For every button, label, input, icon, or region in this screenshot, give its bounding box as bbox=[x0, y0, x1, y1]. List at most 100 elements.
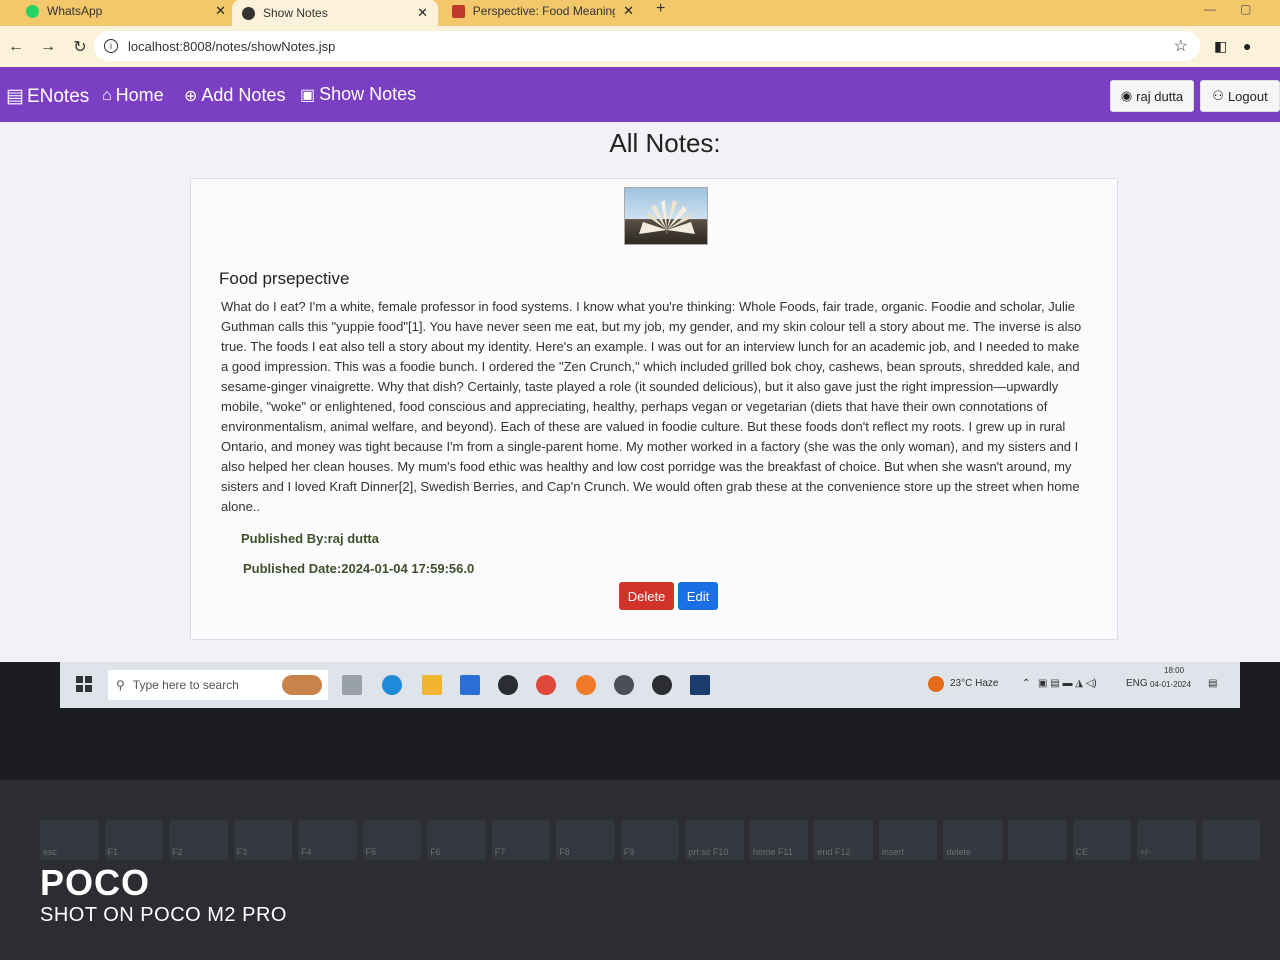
tab-label: Perspective: Food Meanings – F bbox=[472, 4, 615, 18]
key: F5 bbox=[362, 820, 422, 860]
globe-icon bbox=[242, 6, 255, 20]
profile-icon[interactable]: ● bbox=[1243, 38, 1251, 54]
windows-start-icon[interactable] bbox=[76, 676, 92, 692]
key: esc bbox=[40, 820, 99, 860]
browser-tabbar: WhatsApp ✕ Show Notes ✕ Perspective: Foo… bbox=[0, 0, 1280, 26]
site-info-icon[interactable]: i bbox=[104, 39, 118, 53]
function-key-row: esc F1 F2 F3 F4 F5 F6 F7 F8 F9 prt sc F1… bbox=[40, 820, 1261, 860]
brand-label: ENotes bbox=[26, 85, 90, 107]
key: F7 bbox=[491, 820, 551, 860]
published-by: Published By:raj dutta bbox=[241, 531, 379, 546]
user-logout-icon: ⚇ bbox=[1212, 88, 1224, 103]
weather-text: 23°C Haze bbox=[950, 678, 999, 689]
back-icon[interactable]: ← bbox=[0, 38, 32, 56]
bookmark-star-icon[interactable]: ☆ bbox=[1174, 36, 1188, 56]
nav-show-notes[interactable]: ▣ Show Notes bbox=[300, 84, 416, 105]
firefox-icon[interactable] bbox=[576, 675, 596, 695]
key: delete bbox=[943, 820, 1002, 860]
tab-whatsapp[interactable]: WhatsApp ✕ bbox=[16, 0, 236, 22]
url-bar[interactable]: i localhost:8008/notes/showNotes.jsp ☆ bbox=[94, 31, 1200, 61]
chrome-profile-icon[interactable] bbox=[614, 675, 634, 695]
netbeans-icon[interactable] bbox=[690, 675, 710, 695]
app-navbar: ▤ ENotes ⌂ Home ⊕ Add Notes ▣ Show Notes… bbox=[0, 67, 1280, 122]
maximize-icon[interactable]: ▢ bbox=[1240, 2, 1251, 16]
close-icon[interactable]: ✕ bbox=[417, 5, 428, 21]
note-content: What do I eat? I'm a white, female profe… bbox=[221, 299, 1082, 514]
pdf-icon bbox=[452, 4, 465, 18]
language-indicator[interactable]: ENG bbox=[1126, 678, 1148, 689]
camera-watermark-brand: POCO bbox=[40, 862, 151, 903]
new-tab-icon[interactable]: + bbox=[656, 0, 665, 18]
forward-icon[interactable]: → bbox=[32, 38, 64, 56]
app-icon[interactable] bbox=[652, 675, 672, 695]
key: F1 bbox=[104, 820, 164, 860]
search-highlight-icon[interactable] bbox=[282, 675, 322, 695]
close-icon[interactable]: ✕ bbox=[623, 3, 634, 19]
user-button-label: raj dutta bbox=[1136, 88, 1184, 104]
key: F4 bbox=[298, 820, 357, 860]
user-icon: ◉ bbox=[1120, 88, 1133, 103]
file-explorer-icon[interactable] bbox=[422, 675, 442, 695]
note-book-image bbox=[624, 187, 708, 245]
nav-add-notes[interactable]: ⊕ Add Notes bbox=[184, 85, 285, 106]
tab-label: Show Notes bbox=[263, 6, 328, 20]
plus-circle-icon: ⊕ bbox=[184, 87, 198, 105]
nav-home[interactable]: ⌂ Home bbox=[102, 85, 164, 106]
mail-icon[interactable] bbox=[460, 675, 480, 695]
key bbox=[1007, 820, 1067, 860]
delete-button[interactable]: Delete bbox=[619, 582, 674, 610]
key: F3 bbox=[233, 820, 293, 860]
nav-show-notes-label: Show Notes bbox=[319, 84, 417, 104]
edit-button[interactable]: Edit bbox=[678, 582, 718, 610]
note-icon: ▣ bbox=[300, 86, 316, 104]
page-title: All Notes: bbox=[609, 128, 721, 158]
camera-watermark-subtitle: SHOT ON POCO M2 PRO bbox=[40, 904, 287, 926]
whatsapp-icon bbox=[26, 4, 39, 18]
page-body: All Notes: Food prsepective What do I ea… bbox=[0, 122, 1280, 662]
nav-add-notes-label: Add Notes bbox=[201, 85, 286, 105]
key: F6 bbox=[427, 820, 486, 860]
key bbox=[1201, 820, 1261, 860]
home-icon: ⌂ bbox=[102, 86, 112, 104]
brand-link[interactable]: ▤ ENotes bbox=[6, 85, 89, 108]
windows-taskbar: ⚲ Type here to search 23°C Haze ⌃ ▣ ▤ ▬ … bbox=[60, 662, 1240, 708]
notebook-icon: ▤ bbox=[6, 86, 24, 107]
clock-date[interactable]: 04-01-2024 bbox=[1150, 680, 1191, 689]
note-title: Food prsepective bbox=[219, 269, 350, 288]
weather-icon bbox=[928, 676, 944, 692]
tray-icons[interactable]: ▣ ▤ ▬ ◮ ◁) bbox=[1038, 678, 1097, 689]
address-toolbar: ← → ↻ i localhost:8008/notes/showNotes.j… bbox=[0, 26, 1280, 67]
clock-time[interactable]: 18:00 bbox=[1164, 666, 1184, 675]
close-icon[interactable]: ✕ bbox=[215, 3, 226, 19]
open-book-illustration bbox=[639, 200, 695, 234]
edge-icon[interactable] bbox=[382, 675, 402, 695]
key: end F12 bbox=[814, 820, 873, 860]
reload-icon[interactable]: ↻ bbox=[64, 37, 96, 57]
tab-show-notes[interactable]: Show Notes ✕ bbox=[232, 0, 438, 26]
notification-icon[interactable]: ▤ bbox=[1208, 678, 1217, 689]
side-panel-icon[interactable]: ◧ bbox=[1214, 38, 1227, 55]
laptop-keyboard bbox=[0, 780, 1280, 960]
nav-home-label: Home bbox=[115, 85, 164, 105]
tab-perspective[interactable]: Perspective: Food Meanings – F ✕ bbox=[442, 0, 644, 22]
key: F8 bbox=[556, 820, 615, 860]
url-text: localhost:8008/notes/showNotes.jsp bbox=[128, 38, 336, 54]
minimize-icon[interactable]: — bbox=[1204, 2, 1216, 16]
tab-label: WhatsApp bbox=[47, 4, 103, 18]
key: +/- bbox=[1137, 820, 1196, 860]
key: CE bbox=[1072, 820, 1132, 860]
key: prt sc F10 bbox=[685, 820, 744, 860]
published-date: Published Date:2024-01-04 17:59:56.0 bbox=[243, 561, 475, 576]
search-placeholder: Type here to search bbox=[132, 678, 239, 692]
tray-chevron-icon[interactable]: ⌃ bbox=[1022, 678, 1030, 689]
search-icon: ⚲ bbox=[116, 678, 125, 692]
user-button[interactable]: ◉ raj dutta bbox=[1110, 80, 1194, 112]
chrome-icon[interactable] bbox=[536, 675, 556, 695]
key: insert bbox=[878, 820, 938, 860]
key: home F11 bbox=[749, 820, 809, 860]
key: F9 bbox=[620, 820, 680, 860]
task-view-icon[interactable] bbox=[342, 675, 362, 695]
logout-button[interactable]: ⚇ Logout bbox=[1200, 80, 1280, 112]
dell-icon[interactable] bbox=[498, 675, 518, 695]
note-card: Food prsepective What do I eat? I'm a wh… bbox=[190, 178, 1118, 640]
